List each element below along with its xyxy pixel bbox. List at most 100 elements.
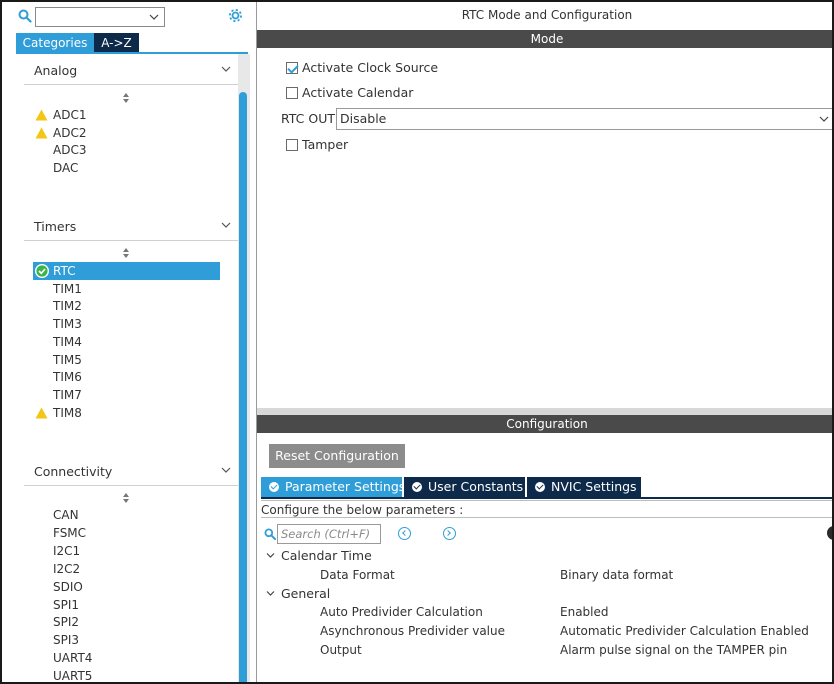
list-item[interactable]: TIM6 [38,368,216,386]
page-title: RTC Mode and Configuration [461,8,633,22]
list-item[interactable]: TIM1 [38,280,216,298]
item-label: TIM2 [53,299,82,313]
item-label: UART4 [53,651,93,665]
chevron-down-icon[interactable] [818,113,830,125]
param-row[interactable]: Auto Predivider Calculation Enabled [257,603,832,621]
category-label: Analog [34,63,78,78]
param-group-general[interactable]: General [257,585,832,603]
item-label: TIM3 [53,317,82,331]
check-circle-icon [269,482,279,492]
param-name: Data Format [320,568,395,582]
category-header-analog[interactable]: Analog [24,59,238,83]
parameter-search-input[interactable]: Search (Ctrl+F) [277,524,381,544]
panel-splitter[interactable] [257,408,832,415]
param-value[interactable]: Binary data format [560,566,673,584]
list-item[interactable]: CAN [38,506,216,524]
activate-calendar-checkbox[interactable] [286,87,298,99]
expand-triangle-icon[interactable] [266,551,275,560]
item-label: TIM6 [53,370,82,384]
list-item[interactable]: ADC1 [35,106,216,124]
tamper-checkbox[interactable] [286,139,298,151]
search-icon[interactable] [18,9,32,23]
warning-icon [35,407,48,419]
tab-parameter-settings[interactable]: Parameter Settings [261,477,406,497]
scrollbar-thumb[interactable] [239,92,247,682]
tabs-underline [261,497,832,499]
info-icon[interactable]: i [827,526,832,540]
list-item[interactable]: I2C1 [38,542,216,560]
list-item[interactable]: ADC3 [38,141,216,159]
list-item[interactable]: TIM8 [35,404,216,422]
category-header-timers[interactable]: Timers [24,215,238,239]
list-item[interactable]: TIM4 [38,333,216,351]
item-label: FSMC [53,526,87,540]
item-label: ADC1 [53,108,87,122]
param-row[interactable]: Asynchronous Predivider value Automatic … [257,622,832,640]
search-combobox[interactable] [35,7,165,27]
tab-categories[interactable]: Categories [16,33,94,53]
item-label: SPI3 [53,633,80,647]
sort-arrows-icon[interactable] [121,492,131,504]
category-header-connectivity[interactable]: Connectivity [24,460,238,484]
tab-a-to-z[interactable]: A->Z [94,33,139,53]
group-label: Calendar Time [281,548,372,563]
chevron-down-icon[interactable] [148,11,160,23]
list-item[interactable]: DAC [38,159,216,177]
list-item[interactable]: ADC2 [35,124,216,142]
param-row[interactable]: Data Format Binary data format [257,566,832,584]
tab-nvic-settings[interactable]: NVIC Settings [527,477,641,497]
list-item[interactable]: FSMC [38,524,216,542]
app-window: Categories A->Z Analog ADC1 ADC2 ADC3 DA… [0,0,834,684]
activate-clock-source-checkbox[interactable] [286,62,298,74]
gear-icon[interactable] [227,7,244,24]
list-item[interactable]: TIM7 [38,386,216,404]
category-label: Timers [34,219,77,234]
reset-configuration-button[interactable]: Reset Configuration [269,444,405,468]
param-value[interactable]: Automatic Predivider Calculation Enabled [560,622,809,640]
configuration-section-header: Configuration [257,415,832,433]
activate-clock-source-label: Activate Clock Source [302,60,439,75]
mode-section-header: Mode [257,30,832,48]
param-row[interactable]: Output Alarm pulse signal on the TAMPER … [257,641,832,659]
item-label: I2C2 [53,562,81,576]
list-item[interactable]: UART4 [38,649,216,667]
param-group-calendar-time[interactable]: Calendar Time [257,547,832,565]
warning-icon [35,109,48,121]
search-placeholder: Search (Ctrl+F) [281,527,371,541]
search-icon [264,528,276,540]
list-item[interactable]: SPI1 [38,596,216,614]
item-label: SDIO [53,580,83,594]
left-scrollbar[interactable] [238,54,250,682]
sort-arrows-icon[interactable] [121,247,131,259]
tab-user-constants[interactable]: User Constants [404,477,525,497]
list-item[interactable]: I2C2 [38,560,216,578]
category-divider [24,485,238,486]
list-item[interactable]: TIM2 [38,297,216,315]
item-label: TIM5 [53,353,82,367]
param-value[interactable]: Alarm pulse signal on the TAMPER pin [560,641,787,659]
list-item[interactable]: UART5 [38,667,216,683]
item-label: TIM8 [53,406,82,420]
param-name: Asynchronous Predivider value [320,624,505,638]
next-match-button[interactable] [443,527,456,540]
list-item[interactable]: TIM5 [38,351,216,369]
param-value[interactable]: Enabled [560,603,609,621]
rtc-out-select[interactable]: Disable [336,108,832,130]
item-label: UART5 [53,669,93,683]
list-item[interactable]: TIM3 [38,315,216,333]
group-label: General [281,586,331,601]
list-item-selected[interactable]: RTC [33,262,220,280]
list-item[interactable]: SPI2 [38,613,216,631]
previous-match-button[interactable] [398,527,411,540]
sort-arrows-icon[interactable] [121,92,131,104]
item-label: TIM1 [53,282,82,296]
tab-label: Parameter Settings [285,479,406,494]
item-label: SPI1 [53,598,80,612]
warning-icon [35,127,48,139]
list-item[interactable]: SDIO [38,578,216,596]
check-circle-icon [412,482,422,492]
list-item[interactable]: SPI3 [38,631,216,649]
configure-instructions: Configure the below parameters : [261,500,832,518]
expand-triangle-icon[interactable] [266,589,275,598]
rtc-out-label: RTC OUT [281,111,336,126]
